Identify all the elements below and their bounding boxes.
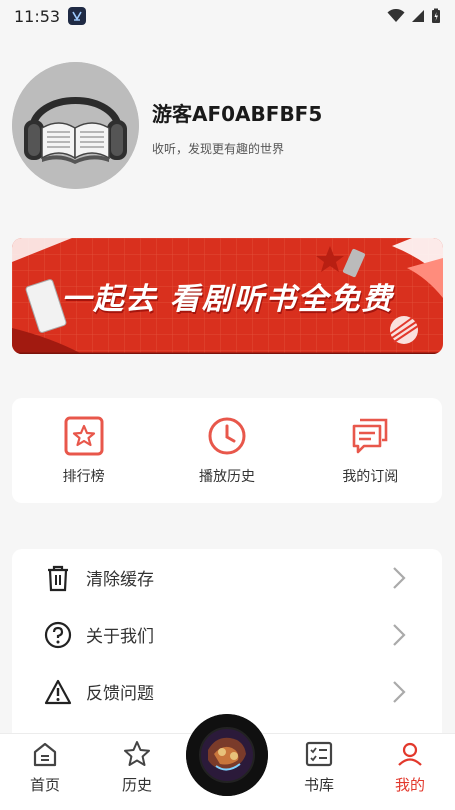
- quick-link-history[interactable]: 播放历史: [167, 416, 287, 486]
- status-right: [387, 8, 441, 24]
- chevron-right-icon: [393, 623, 406, 646]
- star-icon: [64, 416, 104, 455]
- battery-icon: [432, 8, 440, 23]
- checklist-icon: [305, 741, 333, 767]
- question-icon: [44, 621, 72, 648]
- message-icon: [353, 418, 388, 453]
- quick-link-subscriptions[interactable]: 我的订阅: [310, 416, 430, 486]
- home-icon: [33, 742, 57, 767]
- banner-text: 一起去 看剧听书全免费: [61, 282, 394, 317]
- promo-banner[interactable]: 一起去 看剧听书全免费: [12, 238, 443, 354]
- menu-item-about[interactable]: 关于我们: [12, 606, 442, 663]
- now-playing-disc[interactable]: [186, 714, 268, 796]
- status-time: 11:53: [14, 6, 61, 26]
- menu-item-label: 关于我们: [86, 627, 154, 647]
- tab-history[interactable]: 历史: [102, 740, 172, 795]
- quick-link-ranking[interactable]: 排行榜: [24, 416, 144, 486]
- profile-header: 游客AF0ABFBF5 收听，发现更有趣的世界: [12, 62, 442, 190]
- tab-label: 我的: [394, 776, 425, 794]
- wifi-icon: [387, 9, 405, 22]
- tab-home[interactable]: 首页: [10, 740, 80, 795]
- menu-item-label: 反馈问题: [86, 684, 154, 704]
- quick-link-label: 我的订阅: [342, 468, 399, 485]
- clock-icon: [208, 417, 246, 454]
- tab-library[interactable]: 书库: [284, 740, 354, 795]
- tab-mine[interactable]: 我的: [375, 740, 445, 795]
- app-notification-icon: [68, 7, 87, 25]
- menu-item-clear-cache[interactable]: 清除缓存: [12, 549, 442, 606]
- avatar[interactable]: [12, 62, 139, 189]
- quick-link-label: 播放历史: [198, 468, 255, 485]
- warning-icon: [44, 679, 72, 704]
- trash-icon: [48, 565, 68, 591]
- chevron-right-icon: [393, 566, 406, 589]
- chevron-right-icon: [393, 680, 406, 703]
- star-icon: [124, 741, 150, 766]
- user-icon: [398, 742, 422, 766]
- signal-icon: [412, 10, 424, 22]
- headphones-book-icon: [12, 62, 139, 189]
- quick-links-card: 排行榜 播放历史 我的订阅: [12, 398, 442, 503]
- username: 游客AF0ABFBF5: [152, 102, 323, 126]
- album-art: [186, 714, 268, 796]
- tab-label: 首页: [29, 776, 60, 794]
- menu-item-label: 清除缓存: [86, 570, 154, 590]
- status-left: 11:53: [14, 6, 87, 26]
- quick-link-label: 排行榜: [62, 468, 105, 485]
- tab-label: 书库: [303, 776, 334, 794]
- status-bar: 11:53: [0, 0, 455, 32]
- profile-tagline: 收听，发现更有趣的世界: [152, 142, 285, 156]
- tab-label: 历史: [121, 776, 152, 794]
